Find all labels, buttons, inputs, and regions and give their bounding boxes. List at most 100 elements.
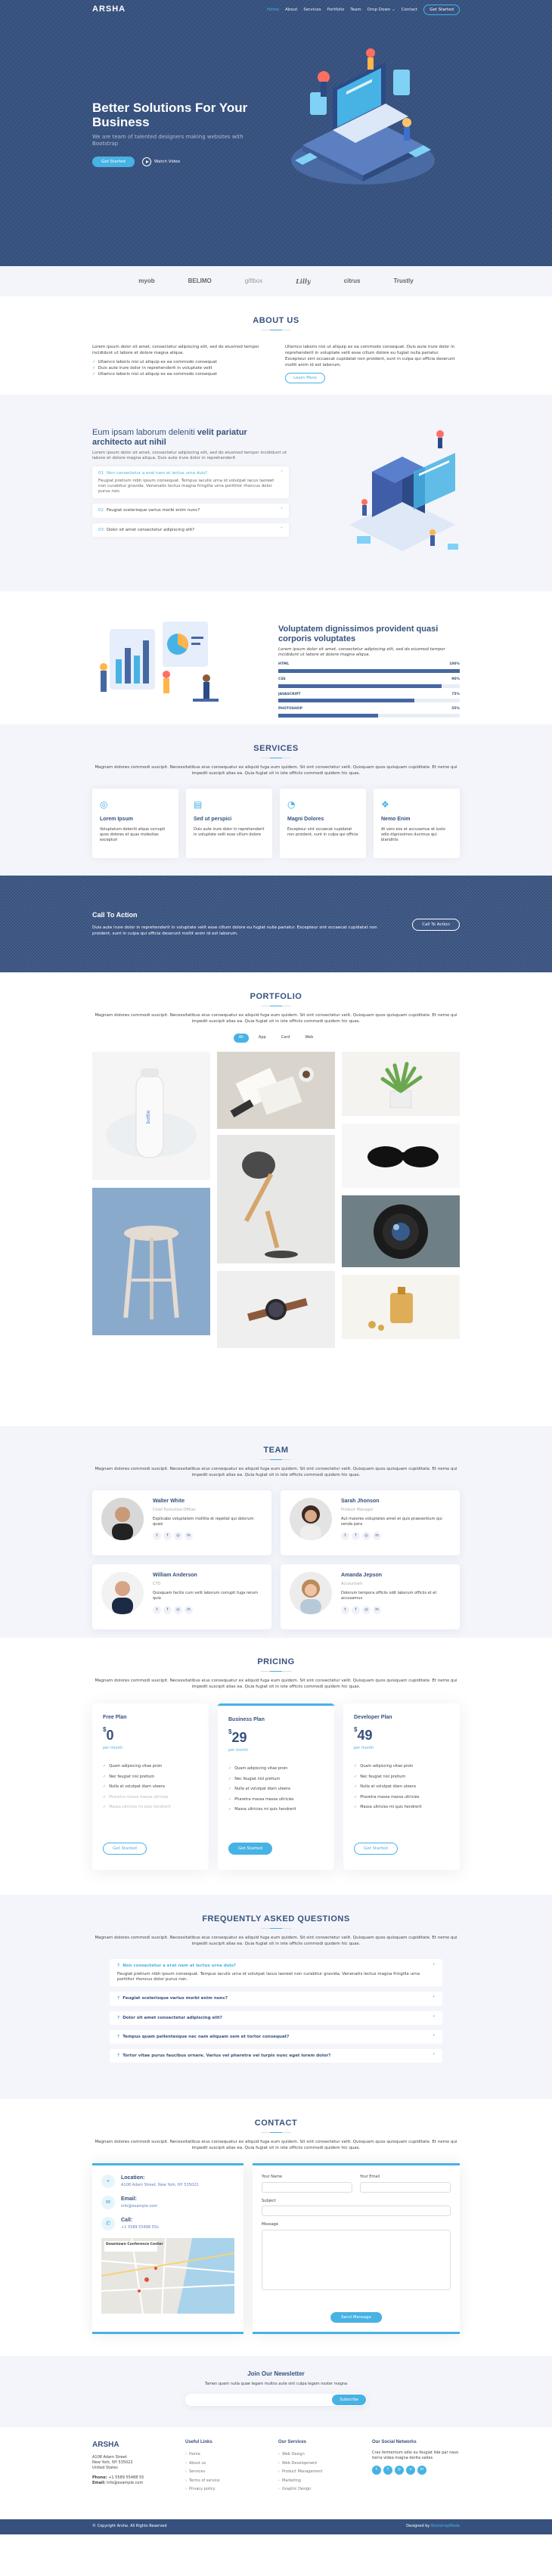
service-title[interactable]: Nemo Enim: [381, 816, 452, 824]
plan-period: per month: [354, 1745, 374, 1750]
faq-item[interactable]: ? Tortor vitae purus faucibus ornare. Var…: [110, 2049, 442, 2063]
instagram-icon[interactable]: ◎: [174, 1606, 182, 1614]
footer-link[interactable]: Privacy policy: [185, 2485, 261, 2494]
service-card[interactable]: ◎ Lorem Ipsum Voluptatum deleniti atque …: [92, 789, 178, 858]
footer-link[interactable]: Services: [185, 2468, 261, 2477]
service-card[interactable]: ◔ Magni Dolores Excepteur sint occaecat …: [280, 789, 366, 858]
footer-service-link[interactable]: Graphic Design: [278, 2485, 354, 2494]
logo[interactable]: ARSHA: [92, 3, 126, 16]
footer-bottom: © Copyright Arsha. All Rights Reserved D…: [0, 2519, 552, 2534]
facebook-icon[interactable]: f: [383, 2466, 392, 2475]
email-value[interactable]: info@example.com: [121, 2204, 157, 2210]
plan-get-started-button[interactable]: Get Started: [354, 1842, 398, 1855]
newsletter-form[interactable]: Subscribe: [185, 2393, 367, 2406]
portfolio-item-lamp[interactable]: [217, 1134, 335, 1263]
skype-icon[interactable]: s: [406, 2466, 415, 2475]
footer-link[interactable]: About us: [185, 2460, 261, 2469]
member-name: Amanda Jepson: [341, 1573, 383, 1578]
check-icon: ✓: [354, 1774, 358, 1779]
portfolio-item-camera[interactable]: [342, 1195, 460, 1267]
plan-get-started-button[interactable]: Get Started: [228, 1842, 272, 1855]
filter-all[interactable]: All: [233, 1034, 249, 1043]
instagram-icon[interactable]: ◎: [362, 1606, 371, 1614]
accordion-number: 01: [98, 471, 104, 476]
twitter-icon[interactable]: t: [153, 1532, 161, 1540]
accordion-item[interactable]: 01 Non consectetur a erat nam at lectus u…: [92, 467, 289, 499]
linkedin-icon[interactable]: in: [185, 1532, 193, 1540]
facebook-icon[interactable]: f: [163, 1532, 172, 1540]
service-title[interactable]: Magni Dolores: [287, 816, 358, 824]
email-field[interactable]: [360, 2181, 451, 2193]
nav-dropdown[interactable]: Drop Down ⌄: [367, 7, 395, 13]
portfolio-item-sunglasses[interactable]: [342, 1123, 460, 1188]
nav-portfolio[interactable]: Portfolio: [327, 7, 345, 13]
plan-feature-text: Massa ultricies mi quis hendrerit: [109, 1805, 171, 1809]
service-card[interactable]: ▤ Sed ut perspici Duis aute irure dolor …: [186, 789, 272, 858]
learn-more-button[interactable]: Learn More: [285, 373, 325, 383]
faq-item[interactable]: ? Dolor sit amet consectetur adipiscing e…: [110, 2010, 442, 2025]
watch-video-button[interactable]: Watch Video: [141, 157, 180, 167]
service-title[interactable]: Lorem Ipsum: [100, 816, 171, 824]
subscribe-button[interactable]: Subscribe: [332, 2394, 366, 2405]
send-message-button[interactable]: Send Message: [330, 2311, 382, 2323]
portfolio-item-bottle[interactable]: bottle: [92, 1051, 210, 1180]
nav-get-started-button[interactable]: Get Started: [423, 5, 460, 16]
call-value[interactable]: +1 5589 55488 55s: [121, 2225, 159, 2231]
faq-item[interactable]: ? Tempus quam pellentesque nec nam aliqua…: [110, 2029, 442, 2044]
svg-text:bottle: bottle: [146, 1110, 151, 1124]
footer-service-link[interactable]: Web Design: [278, 2450, 354, 2460]
nav-home[interactable]: Home: [267, 7, 279, 13]
service-card[interactable]: ❖ Nemo Enim At vero eos et accusamus et …: [374, 789, 460, 858]
plan-get-started-button[interactable]: Get Started: [103, 1842, 147, 1855]
nav-about[interactable]: About: [285, 7, 297, 13]
footer-service-link[interactable]: Web Development: [278, 2460, 354, 2469]
service-text: Voluptatum deleniti atque corrupti quos …: [100, 826, 166, 842]
portfolio-item-stool[interactable]: [92, 1187, 210, 1335]
twitter-icon[interactable]: t: [153, 1606, 161, 1614]
footer-link[interactable]: Terms of service: [185, 2477, 261, 2486]
linkedin-icon[interactable]: in: [373, 1606, 381, 1614]
accordion-item[interactable]: 02 Feugiat scelerisque varius morbi enim …: [92, 504, 289, 518]
linkedin-icon[interactable]: in: [417, 2466, 426, 2475]
facebook-icon[interactable]: f: [163, 1606, 172, 1614]
faq-item[interactable]: ? Non consectetur a erat nam at lectus ur…: [110, 1959, 442, 1987]
filter-app[interactable]: App: [253, 1034, 271, 1043]
name-field[interactable]: [262, 2181, 352, 2193]
chevron-down-icon: ˅: [281, 507, 283, 513]
portfolio-item-watch[interactable]: [217, 1270, 335, 1348]
embedded-map[interactable]: Downtown Conference Center: [101, 2238, 234, 2314]
accordion-item[interactable]: 03 Dolor sit amet consectetur adipiscing …: [92, 522, 289, 537]
twitter-icon[interactable]: t: [341, 1532, 349, 1540]
message-field[interactable]: [262, 2229, 451, 2290]
portfolio-item-plant[interactable]: [342, 1051, 460, 1116]
instagram-icon[interactable]: ◎: [362, 1532, 371, 1540]
facebook-icon[interactable]: f: [352, 1606, 360, 1614]
portfolio-item-perfume[interactable]: [342, 1274, 460, 1339]
credits-link[interactable]: BootstrapMade: [431, 2524, 460, 2528]
twitter-icon[interactable]: t: [372, 2466, 381, 2475]
nav-team[interactable]: Team: [350, 7, 361, 13]
check-icon: ✓: [354, 1784, 358, 1789]
instagram-icon[interactable]: ◎: [174, 1532, 182, 1540]
hero-get-started-button[interactable]: Get Started: [92, 157, 135, 168]
nav-services[interactable]: Services: [303, 7, 321, 13]
filter-card[interactable]: Card: [276, 1034, 296, 1043]
nav-contact[interactable]: Contact: [402, 7, 417, 13]
twitter-icon[interactable]: t: [341, 1606, 349, 1614]
faq-item[interactable]: ? Feugiat scelerisque varius morbi enim n…: [110, 1992, 442, 2006]
filter-web[interactable]: Web: [299, 1034, 318, 1043]
instagram-icon[interactable]: ◎: [395, 2466, 404, 2475]
member-name: Walter White: [153, 1499, 185, 1504]
linkedin-icon[interactable]: in: [373, 1532, 381, 1540]
footer-service-link[interactable]: Marketing: [278, 2477, 354, 2486]
subject-field[interactable]: [262, 2206, 451, 2216]
portfolio-item-cards[interactable]: [217, 1051, 335, 1129]
footer-service-link[interactable]: Product Management: [278, 2468, 354, 2477]
service-title[interactable]: Sed ut perspici: [194, 816, 265, 824]
facebook-icon[interactable]: f: [352, 1532, 360, 1540]
cta-button[interactable]: Call To Action: [412, 919, 460, 932]
about-title: ABOUT US: [253, 316, 299, 325]
plan-name: Developer Plan: [354, 1715, 392, 1720]
linkedin-icon[interactable]: in: [185, 1606, 193, 1614]
footer-link[interactable]: Home: [185, 2450, 261, 2460]
